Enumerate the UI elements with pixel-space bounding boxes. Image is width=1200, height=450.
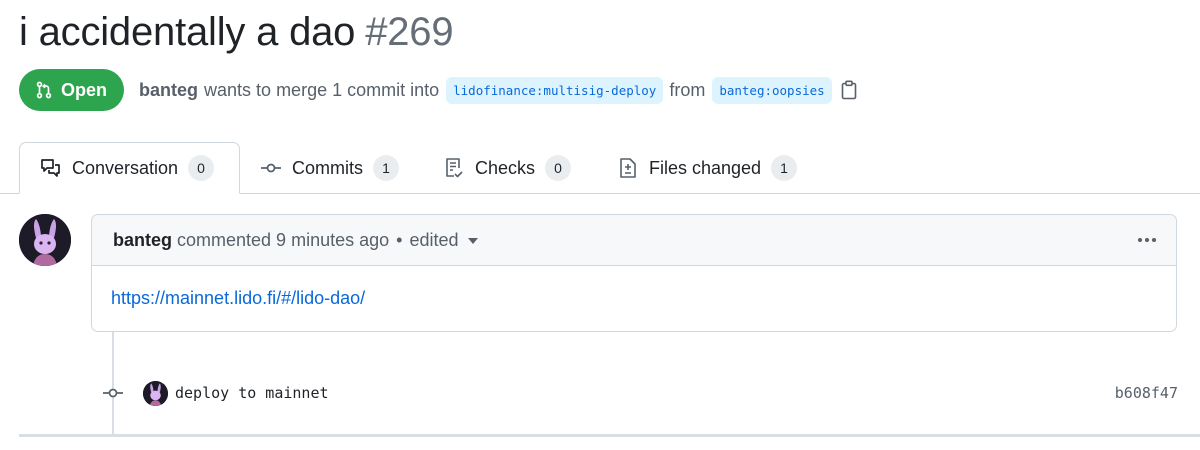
tab-label: Checks — [475, 157, 536, 178]
kebab-horizontal-icon[interactable] — [1136, 229, 1158, 251]
git-commit-icon — [261, 163, 281, 173]
from-label: from — [669, 79, 706, 100]
comment-body: https://mainnet.lido.fi/#/lido-dao/ — [92, 266, 1176, 309]
commit-row: deploy to mainnet b608f47 — [100, 378, 1178, 408]
edited-dropdown[interactable]: edited — [409, 230, 458, 251]
pr-meta-row: Open banteg wants to merge 1 commit into… — [19, 69, 857, 111]
comment-separator: • — [396, 229, 403, 250]
commit-message[interactable]: deploy to mainnet — [175, 384, 329, 402]
pr-author-link[interactable]: banteg — [139, 80, 198, 101]
commit-sha[interactable]: b608f47 — [1115, 384, 1178, 402]
tab-files-changed[interactable]: Files changed 1 — [617, 142, 798, 194]
comment-link[interactable]: https://mainnet.lido.fi/#/lido-dao/ — [111, 288, 365, 308]
tab-label: Files changed — [649, 157, 762, 178]
state-label: Open — [61, 79, 108, 100]
commit-author-avatar[interactable] — [143, 380, 168, 406]
chevron-down-icon[interactable] — [467, 238, 478, 244]
timeline-divider — [19, 434, 1200, 437]
tab-counter: 0 — [188, 155, 215, 181]
pr-title-row: i accidentally a dao #269 — [19, 10, 454, 64]
state-badge: Open — [19, 69, 125, 111]
base-branch[interactable]: lidofinance:multisig-deploy — [446, 76, 664, 104]
copy-icon[interactable] — [841, 80, 857, 100]
git-pull-request-icon — [36, 81, 52, 99]
avatar[interactable] — [19, 214, 71, 266]
pr-number: #269 — [365, 10, 454, 54]
comment-header: banteg commented 9 minutes ago • edited — [92, 215, 1176, 266]
comment-author[interactable]: banteg — [113, 230, 172, 251]
tab-label: Commits — [292, 157, 363, 178]
head-branch[interactable]: banteg:oopsies — [712, 76, 832, 104]
pr-tabs: Conversation 0 Commits 1 Checks 0 Files … — [0, 142, 1200, 194]
comment-timestamp[interactable]: commented 9 minutes ago — [177, 230, 389, 251]
tab-counter: 1 — [771, 155, 798, 181]
checklist-icon — [446, 158, 463, 178]
tab-counter: 0 — [545, 155, 572, 181]
comment-box: banteg commented 9 minutes ago • edited … — [91, 214, 1177, 332]
tab-conversation[interactable]: Conversation 0 — [19, 142, 240, 194]
file-diff-icon — [620, 158, 636, 178]
tab-counter: 1 — [373, 155, 399, 181]
tab-label: Conversation — [72, 157, 179, 178]
pr-title: i accidentally a dao — [19, 10, 356, 54]
tab-commits[interactable]: Commits 1 — [260, 142, 399, 194]
git-commit-icon — [103, 388, 123, 398]
comment-discussion-icon — [41, 159, 60, 177]
tab-checks[interactable]: Checks 0 — [443, 142, 572, 194]
merge-description: wants to merge 1 commit into — [204, 79, 440, 100]
